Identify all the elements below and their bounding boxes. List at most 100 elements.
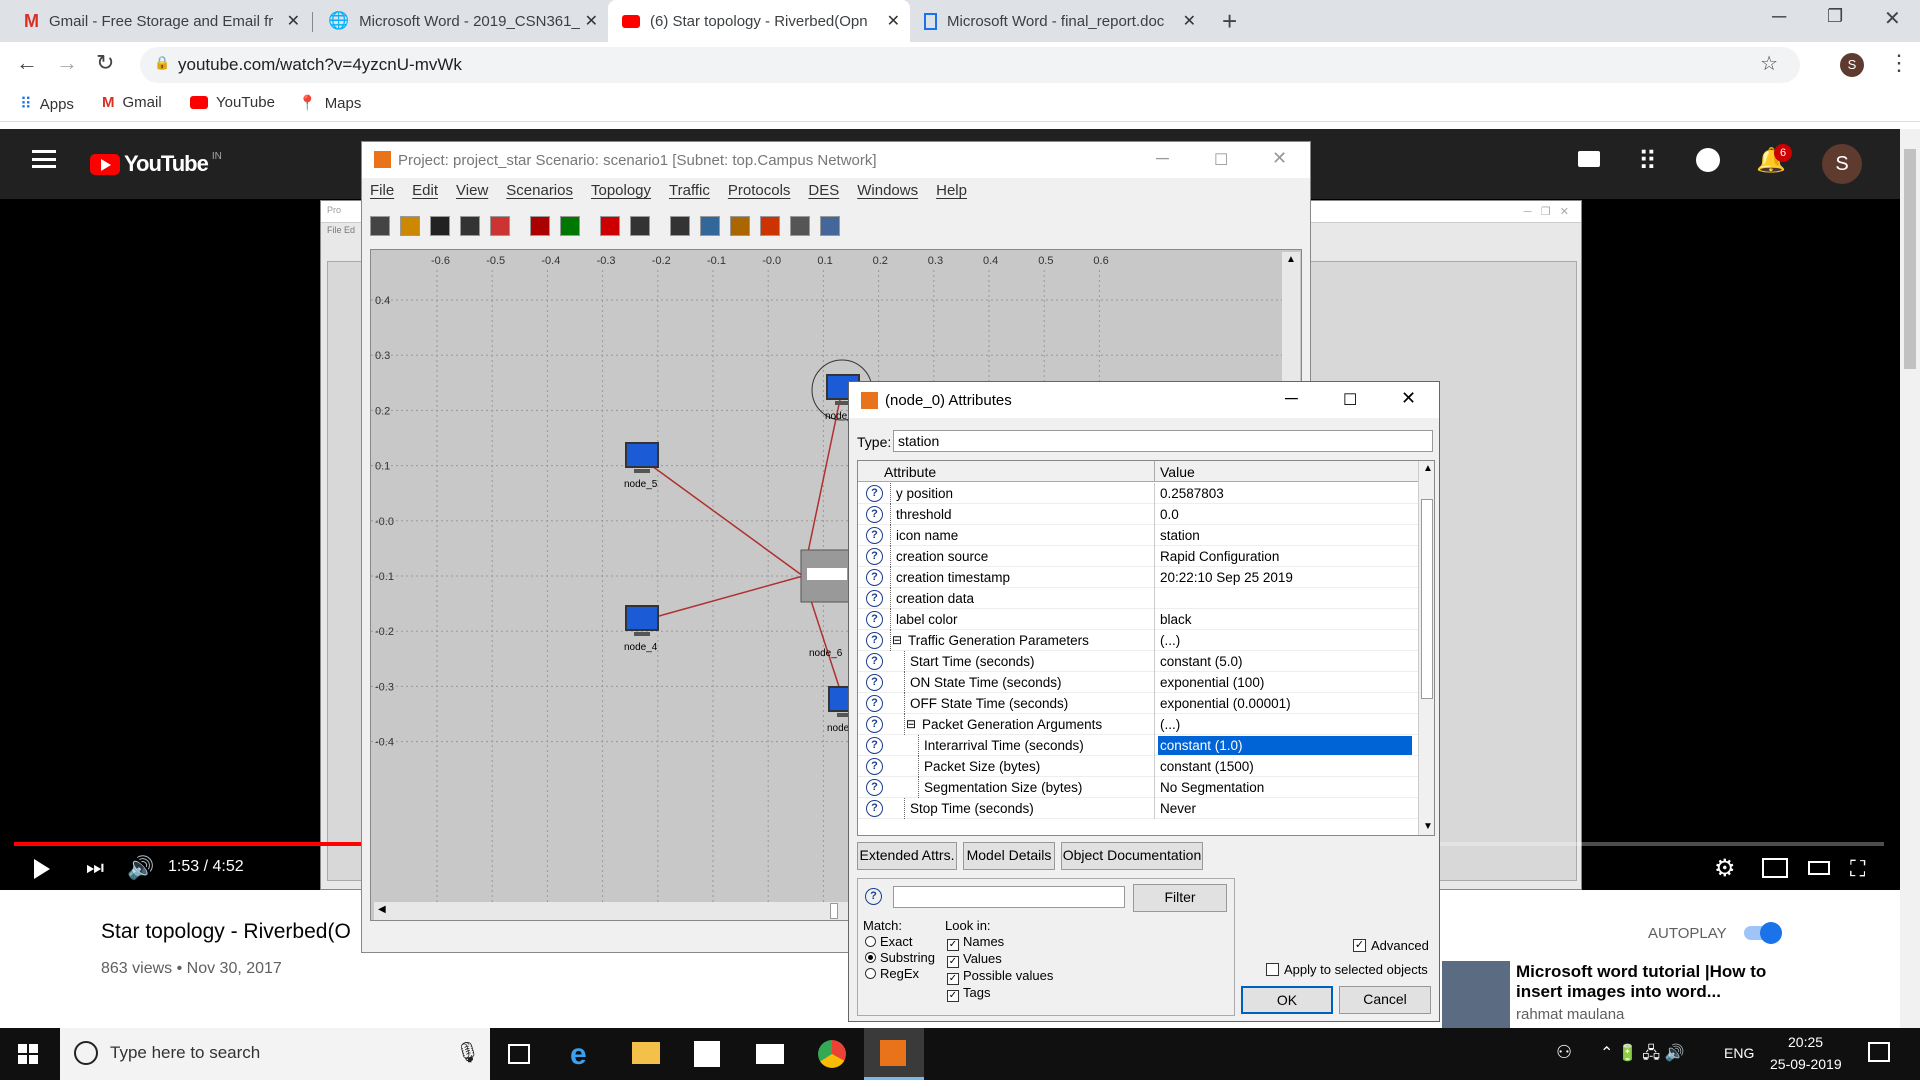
apply-selected-checkbox[interactable] [1266,963,1279,976]
close-tab-icon[interactable]: ✕ [1183,11,1196,31]
restore-button[interactable]: ❐ [1827,6,1843,27]
match-option[interactable]: Exact [865,934,913,949]
attribute-row[interactable]: ? Start Time (seconds) constant (5.0) [858,651,1418,672]
network-link[interactable] [640,575,804,622]
fullscreen-icon[interactable]: ⛶ [1850,856,1865,882]
attribute-row[interactable]: ? OFF State Time (seconds) exponential (0.… [858,693,1418,714]
hamburger-menu-icon[interactable] [32,150,56,168]
attribute-row[interactable]: ? y position 0.2587803 [858,483,1418,504]
toolbar-button-icon[interactable] [700,216,720,236]
menu-scenarios[interactable]: Scenarios [506,182,573,204]
help-icon[interactable]: ? [866,506,883,523]
toolbar-button-icon[interactable] [630,216,650,236]
toolbar-button-icon[interactable] [600,216,620,236]
windows-start-icon[interactable] [18,1044,38,1064]
help-icon[interactable]: ? [866,611,883,628]
taskbar-search-box[interactable]: Type here to search 🎙 [60,1028,490,1080]
microphone-icon[interactable]: 🎙 [455,1040,480,1065]
store-icon[interactable] [694,1041,720,1067]
help-icon[interactable]: ? [866,758,883,775]
extended-attrs-button[interactable]: Extended Attrs. [857,842,957,870]
toolbar-button-icon[interactable] [730,216,750,236]
menu-file[interactable]: File [370,182,394,204]
star-icon[interactable]: ☆ [1760,51,1778,76]
minimize-button[interactable]: ─ [1156,148,1169,169]
filter-button[interactable]: Filter [1133,884,1227,912]
table-vscroll[interactable]: ▲ ▼ [1418,461,1434,835]
chrome-icon[interactable] [818,1040,846,1068]
task-view-icon[interactable] [508,1044,530,1064]
attribute-value[interactable]: constant (1500) [1160,759,1254,774]
menu-des[interactable]: DES [808,182,839,204]
help-icon[interactable]: ? [866,800,883,817]
help-icon[interactable]: ? [866,548,883,565]
ok-button[interactable]: OK [1241,986,1333,1014]
attribute-row[interactable]: ? ⊟ Traffic Generation Parameters (...) [858,630,1418,651]
forward-icon[interactable]: → [56,50,78,76]
clock-date[interactable]: 25-09-2019 [1770,1056,1842,1072]
miniplayer-icon[interactable] [1762,858,1788,878]
attribute-value[interactable]: exponential (100) [1160,675,1264,690]
toolbar-button-icon[interactable] [670,216,690,236]
autoplay-toggle[interactable] [1744,922,1782,944]
menu-protocols[interactable]: Protocols [728,182,791,204]
toolbar-button-icon[interactable] [760,216,780,236]
bookmark-apps[interactable]: ⠿ Apps [20,94,74,114]
help-icon[interactable]: ? [866,590,883,607]
apps-grid-icon[interactable]: ⠿ [1638,146,1657,177]
clock-time[interactable]: 20:25 [1788,1034,1823,1050]
play-button[interactable] [34,859,50,879]
recommended-title[interactable]: Microsoft word tutorial |How to insert i… [1516,962,1776,1002]
workstation-node-icon[interactable] [625,605,659,631]
menu-kebab-icon[interactable]: ⋮ [1888,50,1910,76]
attribute-row[interactable]: ? ⊟ Packet Generation Arguments (...) [858,714,1418,735]
menu-help[interactable]: Help [936,182,967,204]
file-explorer-icon[interactable] [632,1042,660,1064]
bookmark-gmail[interactable]: M Gmail [102,94,162,111]
help-icon[interactable]: ? [866,674,883,691]
attribute-row[interactable]: ? creation timestamp 20:22:10 Sep 25 2019 [858,567,1418,588]
profile-avatar[interactable]: S [1840,53,1864,77]
input-language[interactable]: ENG [1724,1045,1754,1061]
attribute-value[interactable]: 0.2587803 [1160,486,1224,501]
action-center-icon[interactable] [1868,1042,1890,1062]
maximize-button[interactable]: ☐ [1343,390,1357,410]
attribute-value[interactable]: exponential (0.00001) [1160,696,1291,711]
attribute-value[interactable]: constant (1.0) [1157,735,1413,756]
riverbed-taskbar-icon[interactable] [864,1028,924,1080]
toolbar-button-icon[interactable] [370,216,390,236]
attribute-row[interactable]: ? label color black [858,609,1418,630]
recommended-thumbnail[interactable] [1442,961,1510,1028]
help-icon[interactable]: ? [866,485,883,502]
attribute-row[interactable]: ? ON State Time (seconds) exponential (100… [858,672,1418,693]
minimize-button[interactable]: ─ [1772,6,1786,29]
toolbar-button-icon[interactable] [490,216,510,236]
workstation-node-icon[interactable] [625,442,659,468]
attribute-value[interactable]: Rapid Configuration [1160,549,1279,564]
attribute-value[interactable]: No Segmentation [1160,780,1264,795]
help-icon[interactable]: ? [866,527,883,544]
toolbar-button-icon[interactable] [560,216,580,236]
attribute-value[interactable]: station [1160,528,1200,543]
settings-gear-icon[interactable]: ⚙ [1714,854,1736,883]
next-button[interactable]: ⏭ [86,857,104,880]
menu-edit[interactable]: Edit [412,182,438,204]
help-icon[interactable]: ? [866,716,883,733]
help-icon[interactable]: ? [866,737,883,754]
menu-windows[interactable]: Windows [857,182,918,204]
help-icon[interactable]: ? [866,569,883,586]
close-tab-icon[interactable]: ✕ [585,11,598,31]
create-video-icon[interactable] [1578,151,1600,167]
back-icon[interactable]: ← [16,50,38,76]
lookin-option[interactable]: ✓ Possible values [947,968,1053,985]
attribute-row[interactable]: ? Packet Size (bytes) constant (1500) [858,756,1418,777]
attribute-value[interactable]: Never [1160,801,1196,816]
attribute-row[interactable]: ? icon name station [858,525,1418,546]
youtube-logo[interactable]: YouTube IN [90,151,222,177]
attribute-row[interactable]: ? creation source Rapid Configuration [858,546,1418,567]
close-tab-icon[interactable]: ✕ [287,11,300,31]
toolbar-button-icon[interactable] [400,216,420,236]
account-avatar[interactable]: S [1822,144,1862,184]
tray-icons[interactable]: ⌃ 🔋 🖧 🔊 [1600,1042,1684,1069]
volume-icon[interactable]: 🔊 [127,855,154,881]
